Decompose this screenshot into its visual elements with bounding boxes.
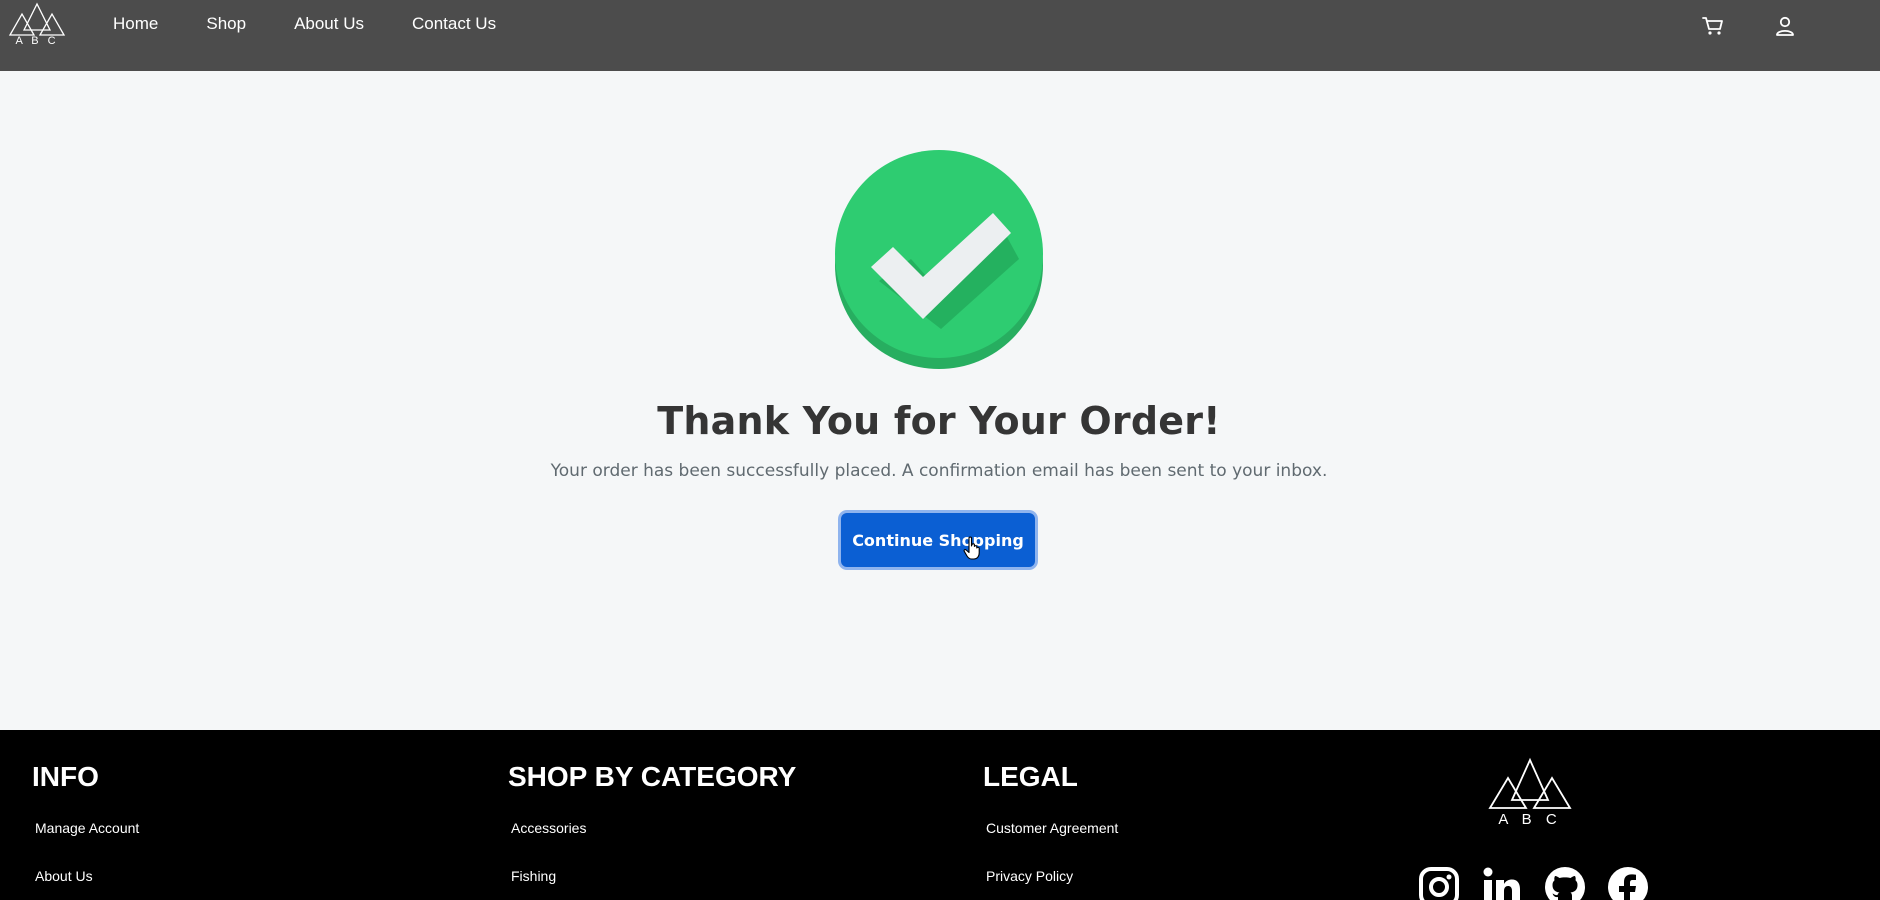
facebook-icon[interactable] bbox=[1607, 866, 1649, 900]
footer-column-legal: LEGAL Customer Agreement Privacy Policy bbox=[983, 760, 1118, 884]
svg-text:A B C: A B C bbox=[15, 35, 58, 46]
user-icon[interactable] bbox=[1773, 14, 1797, 38]
footer-heading-legal: LEGAL bbox=[983, 761, 1078, 792]
github-icon[interactable] bbox=[1544, 866, 1586, 900]
cart-icon[interactable] bbox=[1701, 14, 1725, 38]
footer-link-about-us[interactable]: About Us bbox=[35, 868, 93, 884]
footer-column-info: INFO Manage Account About Us bbox=[32, 760, 139, 884]
instagram-icon[interactable] bbox=[1418, 866, 1460, 900]
main-nav: Home Shop About Us Contact Us bbox=[113, 15, 544, 33]
footer-heading-shop-by-category: SHOP BY CATEGORY bbox=[508, 761, 797, 792]
confirmation-message: Your order has been successfully placed.… bbox=[550, 461, 1328, 481]
check-circle-icon bbox=[835, 150, 1043, 369]
hand-cursor-icon bbox=[963, 536, 980, 560]
abc-logo[interactable]: A B C bbox=[8, 0, 66, 46]
footer-link-customer-agreement[interactable]: Customer Agreement bbox=[986, 820, 1118, 836]
nav-home[interactable]: Home bbox=[113, 15, 158, 33]
order-confirmation: Thank You for Your Order! Your order has… bbox=[0, 71, 1880, 716]
footer-column-shop-by-category: SHOP BY CATEGORY Accessories Fishing bbox=[508, 760, 797, 884]
footer-link-privacy-policy[interactable]: Privacy Policy bbox=[986, 868, 1073, 884]
site-footer: INFO Manage Account About Us SHOP BY CAT… bbox=[0, 730, 1880, 900]
svg-text:A B C: A B C bbox=[1498, 811, 1561, 826]
footer-link-manage-account[interactable]: Manage Account bbox=[35, 820, 139, 836]
footer-heading-info: INFO bbox=[32, 761, 99, 792]
nav-contact-us[interactable]: Contact Us bbox=[412, 15, 496, 33]
linkedin-icon[interactable] bbox=[1481, 866, 1523, 900]
nav-about-us[interactable]: About Us bbox=[294, 15, 364, 33]
nav-shop[interactable]: Shop bbox=[206, 15, 246, 33]
page-title: Thank You for Your Order! bbox=[657, 399, 1221, 443]
footer-abc-logo[interactable]: A B C bbox=[1486, 754, 1574, 826]
continue-shopping-button[interactable]: Continue Shopping bbox=[841, 513, 1035, 567]
footer-link-accessories[interactable]: Accessories bbox=[511, 820, 586, 836]
top-navbar: A B C Home Shop About Us Contact Us bbox=[0, 0, 1880, 71]
footer-link-fishing[interactable]: Fishing bbox=[511, 868, 556, 884]
